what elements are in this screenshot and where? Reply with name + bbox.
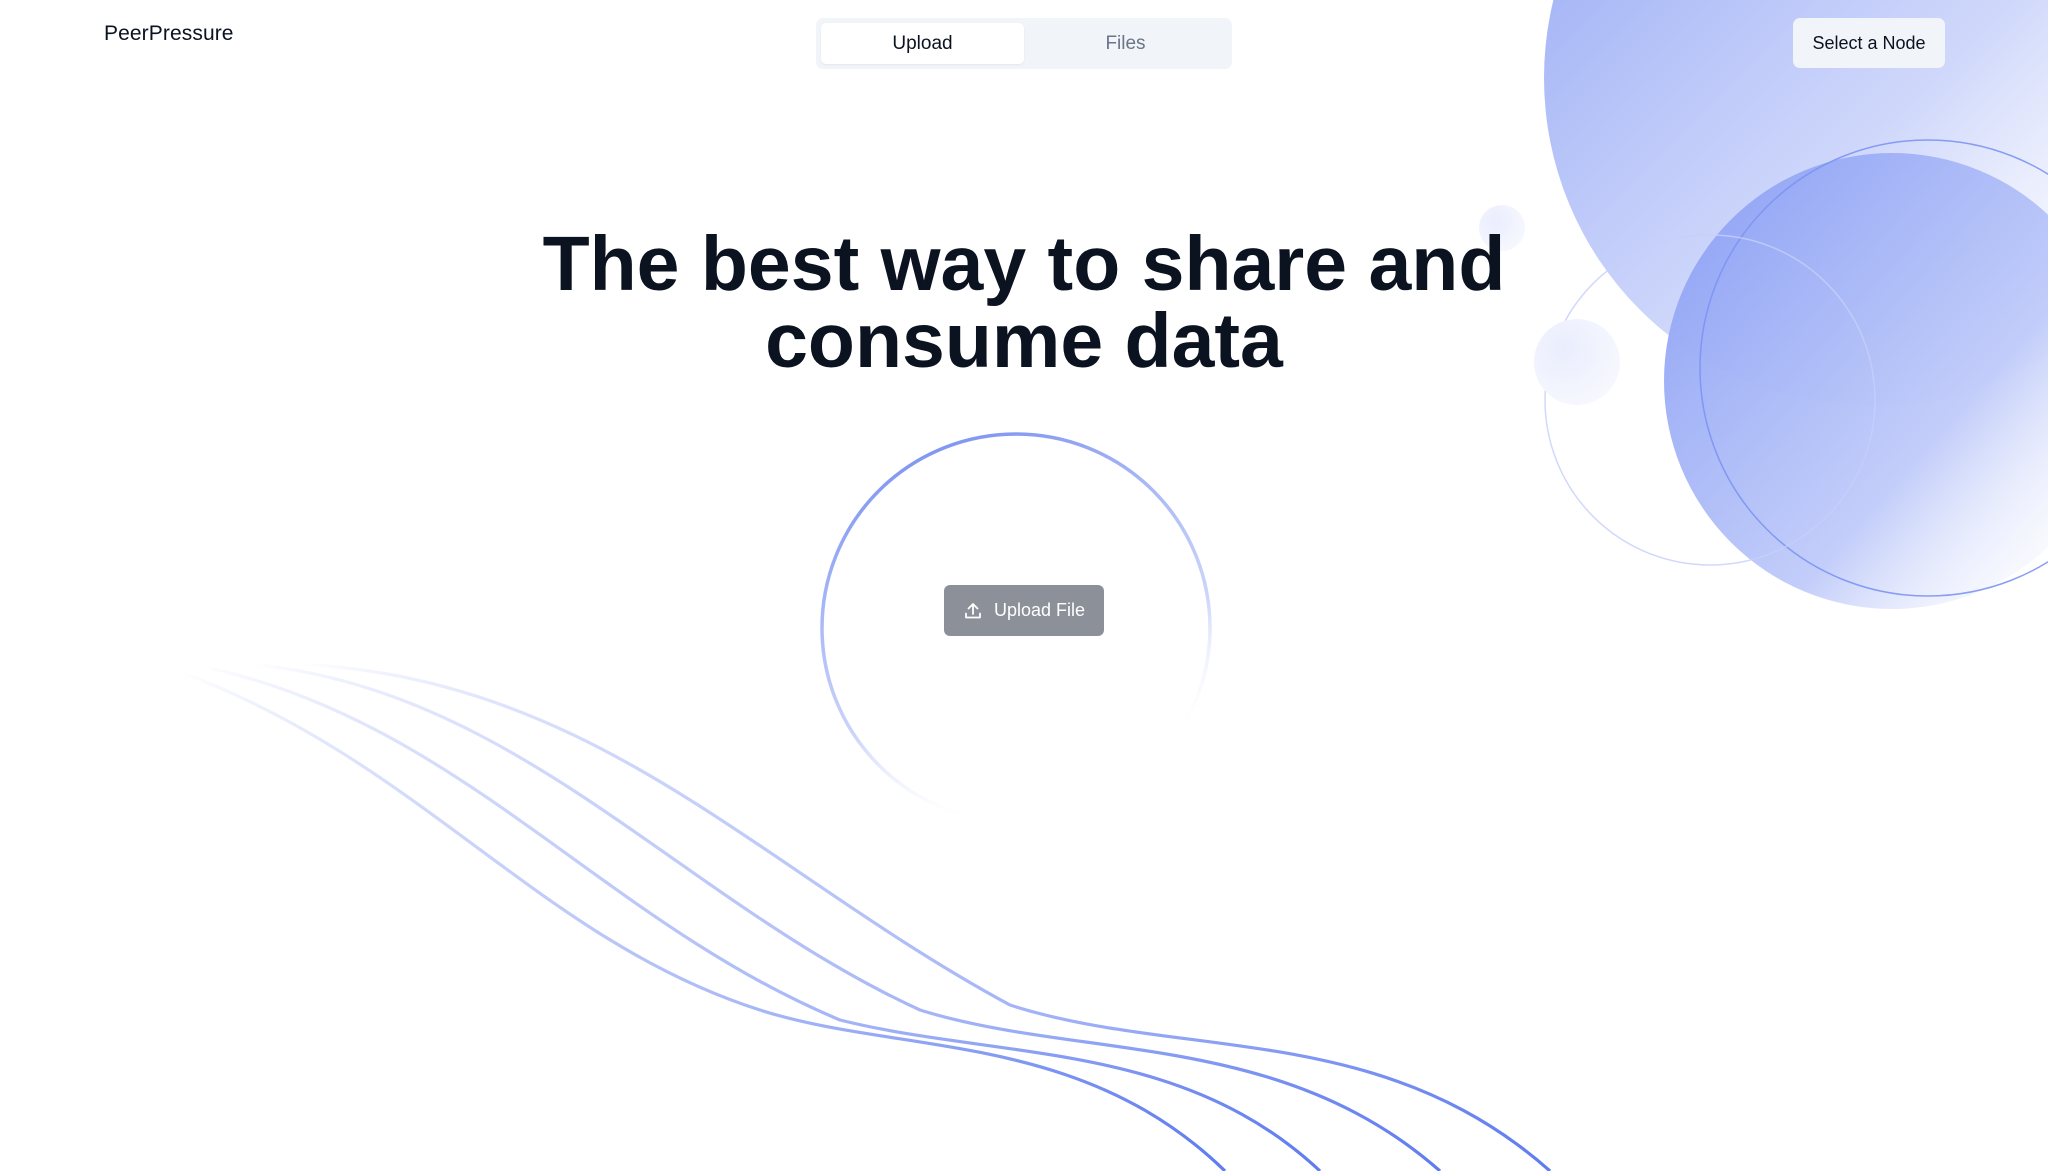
upload-file-label: Upload File [993,600,1086,620]
wave-line-3 [249,662,1442,1171]
decor-circle-medium [1664,153,2048,609]
tab-files[interactable]: Files [1024,23,1227,64]
page-title: The best way to share and consume data [542,221,1506,384]
upload-icon [963,601,983,621]
brand-logo[interactable]: PeerPressure [104,22,234,46]
page: PeerPressure Upload Files Select a Node … [0,0,2048,1171]
wave-line-4 [299,662,1552,1171]
wave-line-1 [179,670,1227,1171]
view-tabs: Upload Files [816,18,1232,69]
tab-upload[interactable]: Upload [821,23,1024,64]
select-node-button[interactable]: Select a Node [1793,18,1945,68]
wave-line-2 [199,664,1322,1171]
decor-ring-right [1699,139,2048,597]
upload-file-button[interactable]: Upload File [944,585,1104,636]
